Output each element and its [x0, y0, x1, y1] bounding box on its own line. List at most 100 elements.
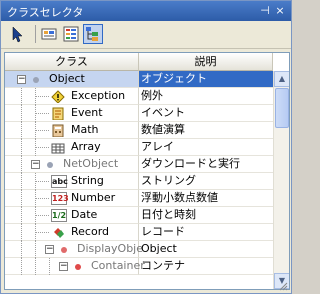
class-name: Array — [71, 140, 101, 153]
object-icon — [33, 77, 39, 83]
math-icon — [52, 124, 64, 137]
tree-view-button[interactable] — [83, 24, 103, 44]
table-row[interactable]: 1/2 Date 日付と時刻 — [5, 207, 273, 224]
displayobject-icon — [61, 247, 67, 253]
number-icon: 123 — [51, 192, 69, 205]
collapse-toggle-icon[interactable]: − — [45, 245, 54, 254]
tree-guide-line — [21, 190, 22, 207]
class-name: Math — [71, 123, 99, 136]
vertical-scrollbar[interactable]: ▲ ▼ — [273, 71, 289, 289]
description-cell[interactable]: ダウンロードと実行 — [139, 156, 273, 173]
tree-view-icon — [86, 27, 98, 41]
close-icon[interactable]: × — [274, 5, 286, 17]
class-cell[interactable]: Event — [5, 105, 139, 122]
collapse-toggle-icon[interactable]: − — [59, 262, 68, 271]
class-cell[interactable]: Record — [5, 224, 139, 241]
class-name: Record — [71, 225, 110, 238]
pointer-tool-button[interactable] — [7, 24, 27, 44]
description-cell[interactable]: Object — [139, 241, 273, 258]
class-cell[interactable]: Math — [5, 122, 139, 139]
column-header-class[interactable]: クラス — [5, 53, 139, 71]
list-view-button[interactable] — [61, 24, 81, 44]
table-row[interactable]: − DisplayObje Object — [5, 241, 273, 258]
tree-guide-line — [21, 258, 22, 275]
tree-guide-line — [35, 130, 49, 131]
table-row[interactable]: Record レコード — [5, 224, 273, 241]
class-cell[interactable]: − Object — [5, 71, 139, 88]
table-row[interactable]: abc String ストリング — [5, 173, 273, 190]
description-cell[interactable]: 浮動小数点数値 — [139, 190, 273, 207]
array-icon — [51, 143, 65, 154]
class-name: Object — [49, 72, 85, 85]
resize-grip-icon[interactable] — [278, 281, 288, 291]
class-cell[interactable]: − Container — [5, 258, 145, 275]
pin-icon[interactable]: ⊣ — [259, 5, 271, 17]
collapse-toggle-icon[interactable]: − — [17, 75, 26, 84]
tree-guide-line — [35, 113, 49, 114]
tree-guide-line — [21, 224, 22, 241]
class-cell[interactable]: abc String — [5, 173, 139, 190]
title-bar[interactable]: クラスセレクタ ⊣ × — [1, 1, 291, 21]
exception-icon — [51, 90, 65, 103]
toolbar — [1, 21, 291, 49]
table-row[interactable]: Math 数値演算 — [5, 122, 273, 139]
tree-guide-line — [35, 215, 49, 216]
category-view-icon — [41, 28, 57, 40]
event-icon — [52, 107, 64, 120]
table-row[interactable]: Array アレイ — [5, 139, 273, 156]
pointer-arrow-icon — [12, 26, 23, 43]
tree-guide-line — [21, 173, 22, 190]
tree-guide-line — [49, 258, 50, 275]
class-name: DisplayObje — [77, 242, 144, 255]
tree-guide-line — [21, 139, 22, 156]
class-name: Exception — [71, 89, 126, 102]
table-row[interactable]: 123 Number 浮動小数点数値 — [5, 190, 273, 207]
tree-guide-line — [21, 88, 22, 105]
description-cell[interactable]: アレイ — [139, 139, 273, 156]
table-row[interactable]: − NetObject ダウンロードと実行 — [5, 156, 273, 173]
tree-guide-line — [21, 122, 22, 139]
string-icon: abc — [51, 175, 68, 188]
tree-guide-line — [21, 156, 22, 173]
description-cell[interactable]: 日付と時刻 — [139, 207, 273, 224]
class-name: String — [71, 174, 104, 187]
table-row[interactable]: − Container コンテナ — [5, 258, 273, 275]
netobject-icon — [47, 162, 53, 168]
class-cell[interactable]: − NetObject — [5, 156, 139, 173]
description-cell[interactable]: 例外 — [139, 88, 273, 105]
column-header-description[interactable]: 説明 — [139, 53, 273, 71]
class-cell[interactable]: Array — [5, 139, 139, 156]
scroll-up-button[interactable]: ▲ — [274, 71, 289, 87]
class-cell[interactable]: 123 Number — [5, 190, 139, 207]
list-view-icon — [63, 26, 79, 42]
class-cell[interactable]: 1/2 Date — [5, 207, 139, 224]
tree-guide-line — [35, 232, 49, 233]
class-name: NetObject — [63, 157, 119, 170]
tree-guide-line — [35, 181, 49, 182]
tree-guide-line — [21, 241, 22, 258]
container-icon — [75, 264, 81, 270]
category-view-button[interactable] — [39, 24, 59, 44]
description-cell[interactable]: レコード — [139, 224, 273, 241]
description-cell[interactable]: 数値演算 — [139, 122, 273, 139]
tree-guide-line — [35, 241, 36, 258]
class-cell[interactable]: Exception — [5, 88, 139, 105]
description-cell[interactable]: コンテナ — [139, 258, 273, 275]
class-selector-window: クラスセレクタ ⊣ × クラス 説明 − Object オブジェクト Excep… — [0, 0, 292, 294]
class-table: クラス 説明 − Object オブジェクト Exception 例外 Event イベント… — [4, 52, 290, 290]
table-row[interactable]: − Object オブジェクト — [5, 71, 273, 88]
description-cell[interactable]: イベント — [139, 105, 273, 122]
class-name: Date — [71, 208, 98, 221]
description-cell[interactable]: ストリング — [139, 173, 273, 190]
table-row[interactable]: Exception 例外 — [5, 88, 273, 105]
collapse-toggle-icon[interactable]: − — [31, 160, 40, 169]
class-name: Container — [91, 259, 145, 272]
scroll-thumb[interactable] — [275, 88, 289, 128]
tree-guide-line — [21, 207, 22, 224]
description-cell[interactable]: オブジェクト — [139, 71, 273, 88]
table-row[interactable]: Event イベント — [5, 105, 273, 122]
class-name: Number — [71, 191, 116, 204]
tree-guide-line — [35, 258, 36, 275]
class-cell[interactable]: − DisplayObje — [5, 241, 143, 258]
class-name: Event — [71, 106, 103, 119]
